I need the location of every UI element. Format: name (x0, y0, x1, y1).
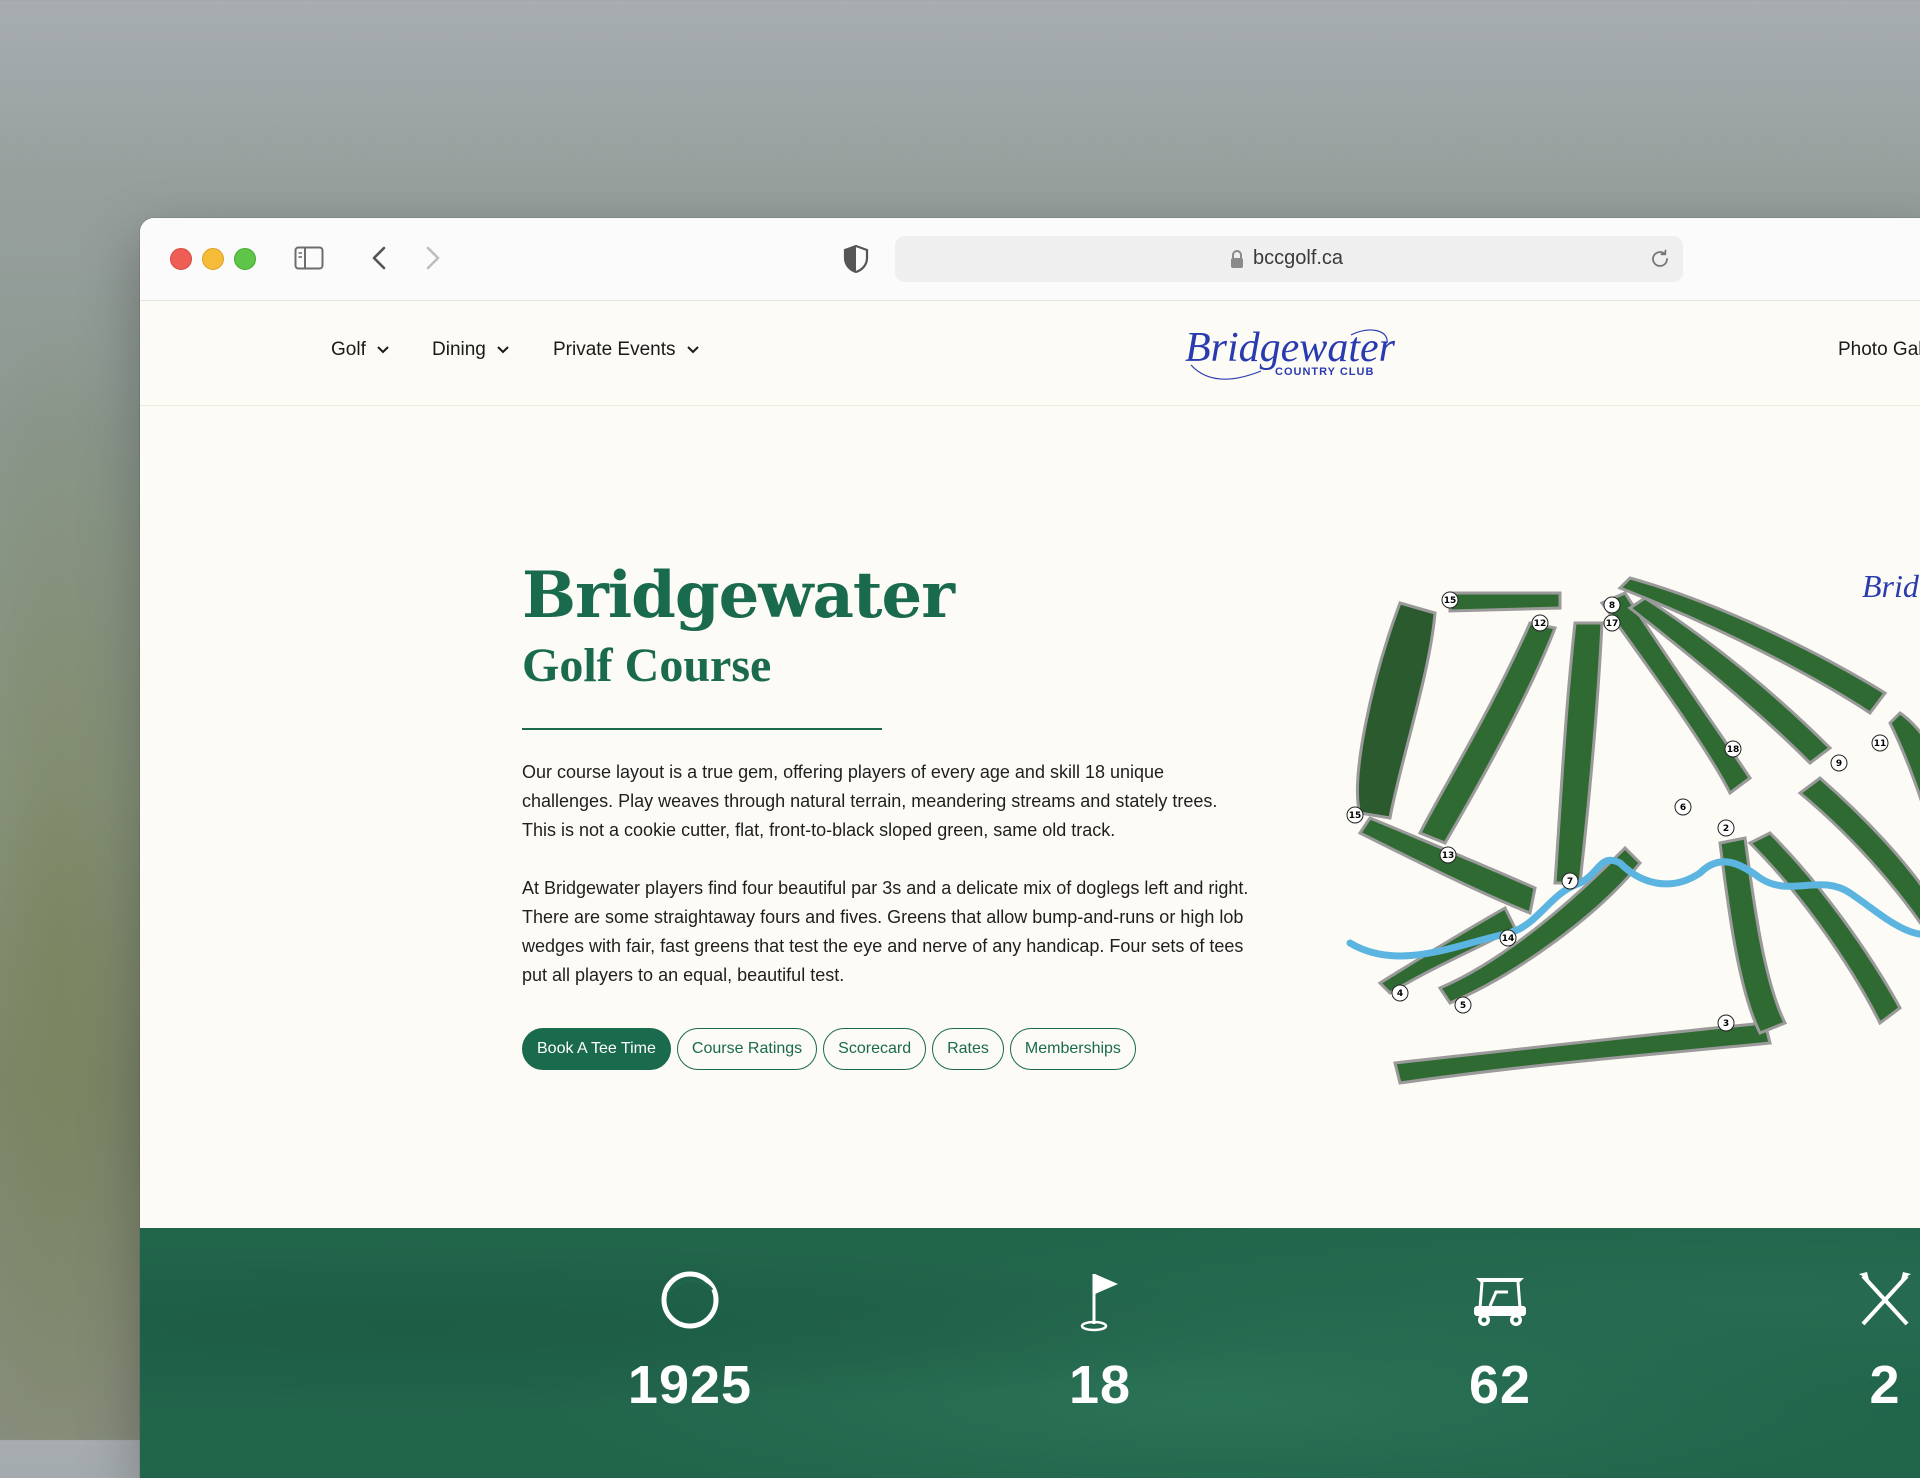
svg-text:3: 3 (1723, 1019, 1729, 1029)
flag-icon (1080, 1274, 1118, 1332)
minimize-window-button[interactable] (202, 248, 224, 270)
course-map-illustration: 15 12 8 17 15 13 7 6 2 18 9 11 14 4 5 3 … (1346, 576, 1920, 1085)
address-bar[interactable]: bccgolf.ca (895, 236, 1683, 282)
svg-text:14: 14 (1502, 934, 1515, 944)
svg-text:Brid: Brid (1862, 568, 1920, 604)
svg-text:4: 4 (1397, 989, 1403, 999)
chevron-down-icon (377, 346, 389, 354)
course-map-logo: Brid (1862, 568, 1920, 604)
svg-text:15: 15 (1349, 811, 1362, 821)
nav-dining[interactable]: Dining (432, 339, 510, 361)
course-description-paragraph-1: Our course layout is a true gem, offerin… (522, 762, 1218, 840)
course-action-buttons: Book A Tee Time Course Ratings Scorecard… (522, 1028, 1136, 1070)
nav-private-events-label: Private Events (553, 339, 676, 360)
svg-text:5: 5 (1460, 1001, 1466, 1011)
hero-title: Bridgewater (522, 558, 955, 633)
svg-text:12: 12 (1534, 619, 1547, 629)
course-ratings-button[interactable]: Course Ratings (676, 1028, 818, 1070)
svg-text:11: 11 (1874, 739, 1887, 749)
forward-arrow-icon[interactable] (420, 244, 444, 272)
crossed-clubs-icon (1859, 1272, 1911, 1326)
nav-golf-label: Golf (331, 339, 366, 360)
back-arrow-icon[interactable] (368, 244, 392, 272)
scorecard-button[interactable]: Scorecard (823, 1028, 927, 1070)
stat-clubs: 2 (1830, 1268, 1920, 1416)
bridgewater-logo[interactable]: Bridgewater COUNTRY CLUB (1181, 321, 1395, 389)
stat-carts-value: 62 (1468, 1355, 1532, 1415)
reload-icon[interactable] (1649, 248, 1671, 270)
chevron-down-icon (497, 346, 509, 354)
svg-text:6: 6 (1680, 803, 1686, 813)
nav-photo-gallery-label: Photo Gal (1838, 339, 1920, 360)
stat-carts: 62 (1410, 1268, 1590, 1416)
title-divider (522, 728, 882, 730)
ring-icon (661, 1271, 719, 1329)
sidebar-toggle-icon[interactable] (294, 246, 324, 270)
svg-text:17: 17 (1606, 619, 1619, 629)
svg-text:2: 2 (1723, 824, 1729, 834)
chevron-down-icon (686, 346, 699, 354)
stat-founded-value: 1925 (627, 1355, 753, 1415)
book-tee-time-button[interactable]: Book A Tee Time (522, 1028, 671, 1070)
logo-script-text: Bridgewater (1185, 325, 1395, 371)
browser-window: bccgolf.ca Golf Dining Private Events Br… (140, 218, 1920, 1478)
fairways (1355, 576, 1920, 1085)
close-window-button[interactable] (170, 248, 192, 270)
course-description-paragraph-2: At Bridgewater players find four beautif… (522, 878, 1249, 985)
svg-text:9: 9 (1836, 759, 1842, 769)
rates-button[interactable]: Rates (932, 1028, 1004, 1070)
lock-icon (1231, 250, 1243, 268)
svg-text:13: 13 (1442, 851, 1455, 861)
nav-photo-gallery[interactable]: Photo Gal (1838, 339, 1920, 361)
nav-dining-label: Dining (432, 339, 486, 360)
nav-private-events[interactable]: Private Events (553, 339, 700, 361)
site-header: Golf Dining Private Events Bridgewater C… (140, 301, 1920, 406)
stat-holes: 18 (1010, 1268, 1190, 1416)
svg-text:8: 8 (1609, 601, 1615, 611)
stat-holes-value: 18 (1068, 1355, 1132, 1415)
nav-golf[interactable]: Golf (331, 339, 390, 361)
svg-text:18: 18 (1727, 745, 1740, 755)
hero-subtitle: Golf Course (522, 639, 772, 692)
url-text: bccgolf.ca (1253, 247, 1344, 269)
svg-text:7: 7 (1567, 877, 1573, 887)
privacy-shield-icon[interactable] (842, 244, 870, 274)
memberships-button[interactable]: Memberships (1009, 1028, 1136, 1070)
browser-toolbar: bccgolf.ca (140, 218, 1920, 301)
maximize-window-button[interactable] (234, 248, 256, 270)
logo-subtext: COUNTRY CLUB (1275, 366, 1374, 378)
golf-cart-icon (1474, 1278, 1526, 1326)
stat-clubs-value: 2 (1869, 1355, 1901, 1415)
svg-text:15: 15 (1444, 596, 1457, 606)
stat-founded: 1925 (600, 1268, 780, 1416)
